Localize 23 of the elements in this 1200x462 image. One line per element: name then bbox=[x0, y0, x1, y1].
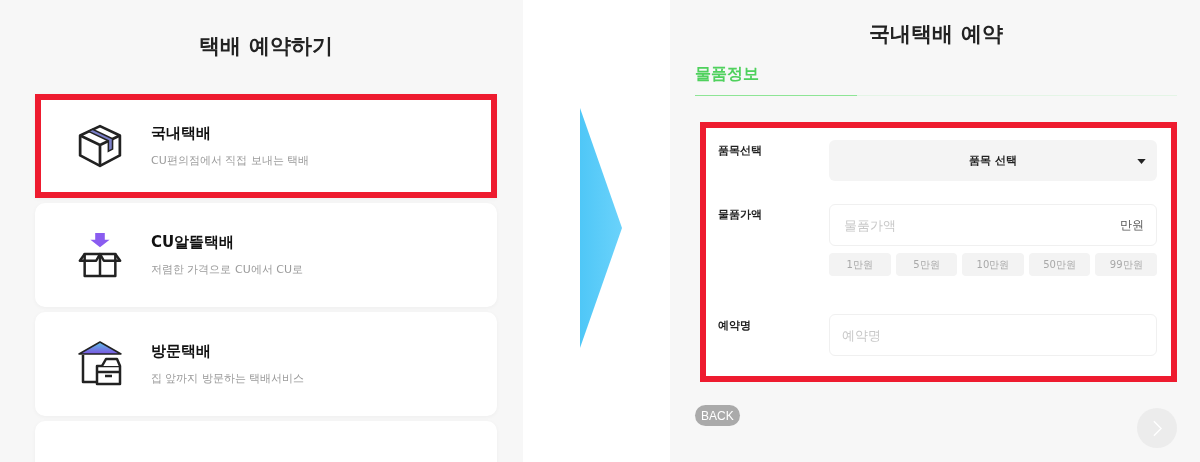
service-title: CU알뜰택배 bbox=[151, 233, 236, 252]
service-card[interactable]: CU알뜰택배 저렴한 가격으로 CU에서 CU로 bbox=[35, 203, 497, 307]
caret-icon bbox=[1137, 159, 1146, 164]
house-boxes-icon bbox=[77, 341, 123, 387]
service-description: 집 앞까지 방문하는 택배서비스 bbox=[151, 371, 305, 386]
field-label: 예약명 bbox=[718, 318, 752, 334]
service-description: 저렴한 가격으로 CU에서 CU로 bbox=[151, 262, 303, 277]
service-card[interactable]: 국내택배 CU편의점에서 직접 보내는 택배 bbox=[35, 94, 497, 198]
back-button[interactable]: BACK bbox=[695, 405, 740, 426]
box-icon bbox=[77, 123, 123, 169]
unit-label: 만원 bbox=[1120, 216, 1144, 234]
box-arrow-icon bbox=[77, 232, 123, 278]
field-label: 품목선택 bbox=[718, 143, 763, 159]
service-title: 방문택배 bbox=[151, 342, 212, 361]
item-dropdown[interactable]: 품목 선택 bbox=[829, 140, 1157, 181]
arrow-icon bbox=[580, 108, 622, 348]
service-title: 국내택배 bbox=[151, 124, 212, 143]
service-card[interactable]: 방문택배 집 앞까지 방문하는 택배서비스 bbox=[35, 312, 497, 416]
tab[interactable]: 물품정보 bbox=[695, 64, 857, 96]
page-title: 택배 예약하기 bbox=[198, 33, 334, 60]
service-description: CU편의점에서 직접 보내는 택배 bbox=[151, 153, 310, 168]
field-label: 물품가액 bbox=[718, 207, 763, 223]
page-title: 국내택배 예약 bbox=[868, 21, 1004, 48]
